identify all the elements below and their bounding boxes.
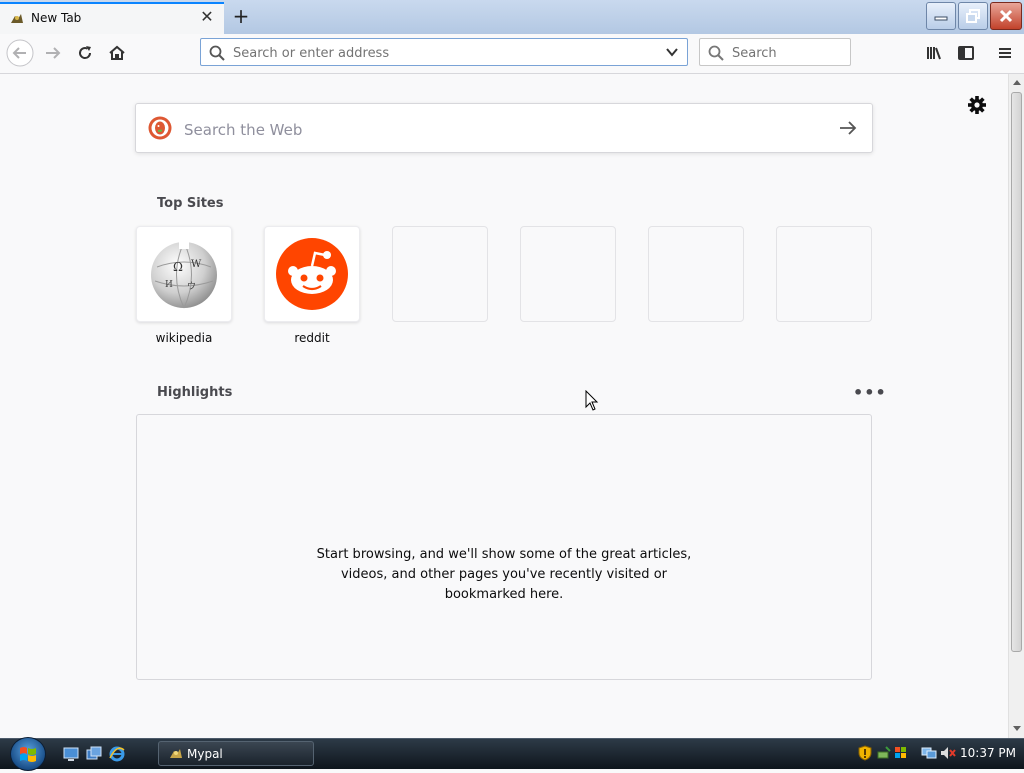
scrollbar-thumb[interactable] — [1011, 92, 1022, 652]
taskbar-item-mypal[interactable]: Mypal — [158, 741, 314, 766]
back-arrow-icon — [6, 39, 34, 67]
taskbar-item-label: Mypal — [187, 747, 223, 761]
chevron-down-icon[interactable] — [665, 46, 679, 58]
safely-remove-hardware-icon[interactable] — [876, 745, 892, 761]
tab-strip: New Tab ✕ + — [0, 0, 1024, 35]
security-shield-icon[interactable] — [857, 745, 873, 761]
gear-icon[interactable] — [966, 94, 988, 116]
empty-top-site-tile[interactable] — [520, 226, 616, 322]
address-bar[interactable] — [200, 38, 688, 66]
highlights-options-icon[interactable]: ••• — [853, 383, 887, 402]
switch-windows-icon[interactable] — [86, 746, 102, 762]
top-site-tile[interactable] — [264, 226, 360, 322]
tab-title: New Tab — [31, 11, 82, 25]
wikipedia-globe-icon: Ω W И ウ — [151, 241, 217, 309]
windows-flag-icon[interactable] — [893, 745, 909, 761]
empty-top-site-tile[interactable] — [776, 226, 872, 322]
scroll-down-icon[interactable] — [1012, 725, 1022, 733]
window-controls — [926, 2, 1022, 30]
forward-button[interactable] — [38, 38, 68, 68]
reload-button[interactable] — [70, 38, 100, 68]
new-tab-page: Top Sites Ω W И ウ wikipedia — [0, 74, 1008, 738]
top-site-wikipedia[interactable]: Ω W И ウ wikipedia — [136, 226, 232, 345]
close-icon — [999, 9, 1013, 23]
web-search-input[interactable] — [182, 118, 806, 142]
svg-text:И: И — [165, 280, 173, 290]
restore-button[interactable] — [958, 2, 988, 30]
reddit-alien-icon — [276, 238, 348, 310]
sidebar-button[interactable] — [951, 38, 981, 68]
top-sites-heading: Top Sites — [157, 196, 224, 211]
highlights-heading: Highlights — [157, 385, 233, 400]
top-site-label: reddit — [294, 331, 330, 345]
empty-top-site-tile[interactable] — [648, 226, 744, 322]
close-tab-icon[interactable]: ✕ — [198, 8, 216, 26]
network-icon[interactable] — [921, 745, 937, 761]
search-input[interactable] — [730, 42, 846, 64]
highlights-empty-message: Start browsing, and we'll show some of t… — [137, 545, 871, 605]
start-button[interactable] — [10, 737, 46, 771]
windows-logo-icon — [20, 747, 36, 762]
back-button[interactable] — [5, 38, 35, 68]
tab-new-tab[interactable]: New Tab ✕ — [0, 2, 224, 34]
highlights-empty-state: Start browsing, and we'll show some of t… — [136, 414, 872, 680]
home-icon — [109, 45, 125, 60]
restore-icon — [966, 9, 980, 23]
mypal-logo-icon — [170, 749, 182, 758]
vertical-scrollbar[interactable] — [1008, 74, 1024, 738]
arrow-right-icon[interactable] — [838, 119, 858, 137]
menu-icon — [999, 48, 1011, 58]
mouse-cursor-icon — [585, 390, 599, 411]
top-site-empty[interactable] — [520, 226, 616, 322]
web-search-box[interactable] — [135, 103, 873, 153]
home-button[interactable] — [102, 38, 132, 68]
search-icon — [708, 45, 724, 61]
new-tab-button[interactable]: + — [230, 5, 252, 27]
top-site-reddit[interactable]: reddit — [264, 226, 360, 345]
address-input[interactable] — [231, 42, 655, 64]
close-window-button[interactable] — [990, 2, 1022, 30]
empty-message-text: Start browsing, and we'll show some of t… — [316, 547, 692, 602]
library-icon — [927, 47, 941, 60]
search-icon — [209, 45, 225, 61]
svg-text:Ω: Ω — [173, 260, 183, 274]
minimize-icon — [934, 16, 948, 21]
windows-taskbar: Mypal 10:37 PM — [0, 737, 1024, 771]
svg-text:ウ: ウ — [187, 281, 196, 292]
mypal-logo-icon — [11, 14, 23, 23]
top-site-empty[interactable] — [776, 226, 872, 322]
show-desktop-icon[interactable] — [63, 746, 79, 762]
top-site-empty[interactable] — [648, 226, 744, 322]
volume-muted-icon[interactable] — [940, 745, 956, 761]
system-clock[interactable]: 10:37 PM — [960, 746, 1016, 760]
navigation-toolbar — [0, 34, 1024, 74]
svg-text:W: W — [191, 259, 202, 270]
library-button[interactable] — [919, 38, 949, 68]
minimize-button[interactable] — [926, 2, 956, 30]
top-site-label: wikipedia — [155, 331, 213, 345]
search-bar[interactable] — [699, 38, 851, 66]
duckduckgo-logo-icon — [148, 116, 172, 140]
internet-explorer-icon[interactable] — [109, 746, 125, 762]
top-site-tile[interactable]: Ω W И ウ — [136, 226, 232, 322]
scroll-up-icon[interactable] — [1012, 78, 1022, 86]
sidebar-icon — [958, 46, 974, 60]
top-site-empty[interactable] — [392, 226, 488, 322]
reload-icon — [79, 46, 92, 59]
empty-top-site-tile[interactable] — [392, 226, 488, 322]
forward-arrow-icon — [46, 47, 61, 59]
menu-button[interactable] — [990, 38, 1020, 68]
